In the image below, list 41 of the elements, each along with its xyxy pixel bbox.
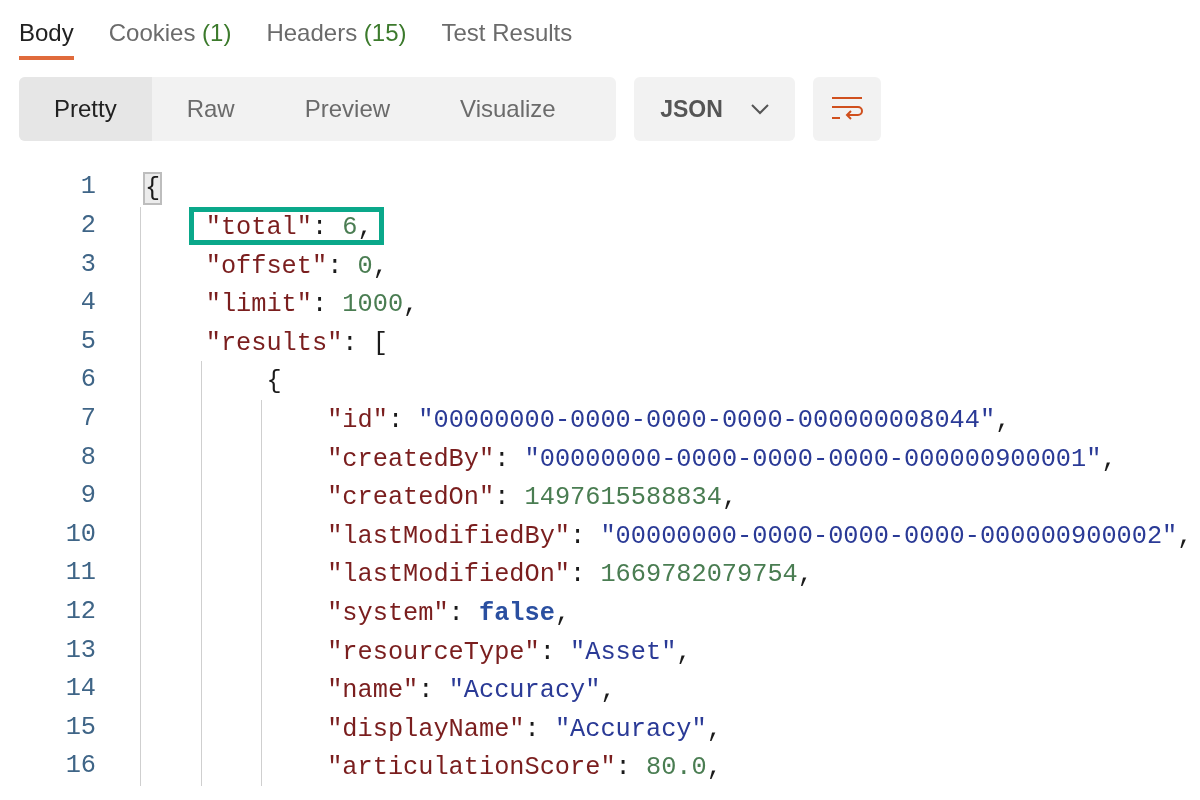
code-line: "lastModifiedOn": 1669782079754, bbox=[326, 559, 814, 592]
response-tab[interactable]: Body bbox=[19, 14, 74, 61]
code-line: { bbox=[265, 366, 283, 399]
line-number: 7 bbox=[79, 402, 96, 435]
view-mode-button[interactable]: Pretty bbox=[19, 77, 152, 142]
code-line: "createdOn": 1497615588834, bbox=[326, 482, 739, 515]
code-line: "limit": 1000, bbox=[204, 289, 420, 322]
line-number: 10 bbox=[64, 518, 96, 551]
line-number: 16 bbox=[64, 750, 96, 783]
line-number: 4 bbox=[79, 287, 96, 320]
line-number: 9 bbox=[79, 480, 96, 513]
code-line: "displayName": "Accuracy", bbox=[326, 713, 723, 746]
view-mode-button[interactable]: Visualize bbox=[425, 77, 591, 142]
line-number: 12 bbox=[64, 595, 96, 628]
line-number: 5 bbox=[79, 325, 96, 358]
code-line: "name": "Accuracy", bbox=[326, 675, 617, 708]
line-number: 1 bbox=[79, 171, 96, 204]
view-mode-button[interactable]: Preview bbox=[269, 77, 426, 142]
line-number: 14 bbox=[64, 673, 96, 706]
line-number: 11 bbox=[64, 557, 96, 590]
line-number: 2 bbox=[79, 210, 96, 242]
code-line: "system": false, bbox=[326, 597, 572, 630]
code-line: "offset": 0, bbox=[204, 250, 389, 283]
chevron-down-icon bbox=[750, 103, 769, 115]
view-mode-button[interactable]: Raw bbox=[151, 77, 270, 142]
code-line: "lastModifiedBy": "00000000-0000-0000-0000-000000900002", bbox=[326, 520, 1194, 553]
response-tab[interactable]: Test Results bbox=[441, 14, 573, 61]
format-dropdown[interactable]: JSON bbox=[634, 77, 795, 142]
code-line: "results": [ bbox=[204, 327, 389, 360]
response-tab[interactable]: Headers (15) bbox=[266, 14, 407, 61]
line-number: 8 bbox=[79, 441, 96, 474]
line-number: 15 bbox=[64, 711, 96, 744]
code-line: "createdBy": "00000000-0000-0000-0000-000000900001", bbox=[326, 443, 1118, 476]
code-line: "articulationScore": 80.0, bbox=[326, 752, 723, 785]
code-line: "resourceType": "Asset", bbox=[326, 636, 693, 669]
word-wrap-button[interactable] bbox=[813, 77, 881, 142]
line-number: 13 bbox=[64, 634, 96, 667]
response-tab[interactable]: Cookies (1) bbox=[108, 14, 232, 61]
line-number: 3 bbox=[79, 248, 96, 281]
line-number: 6 bbox=[79, 364, 96, 397]
code-line: "id": "00000000-0000-0000-0000-000000008044", bbox=[326, 404, 1012, 437]
